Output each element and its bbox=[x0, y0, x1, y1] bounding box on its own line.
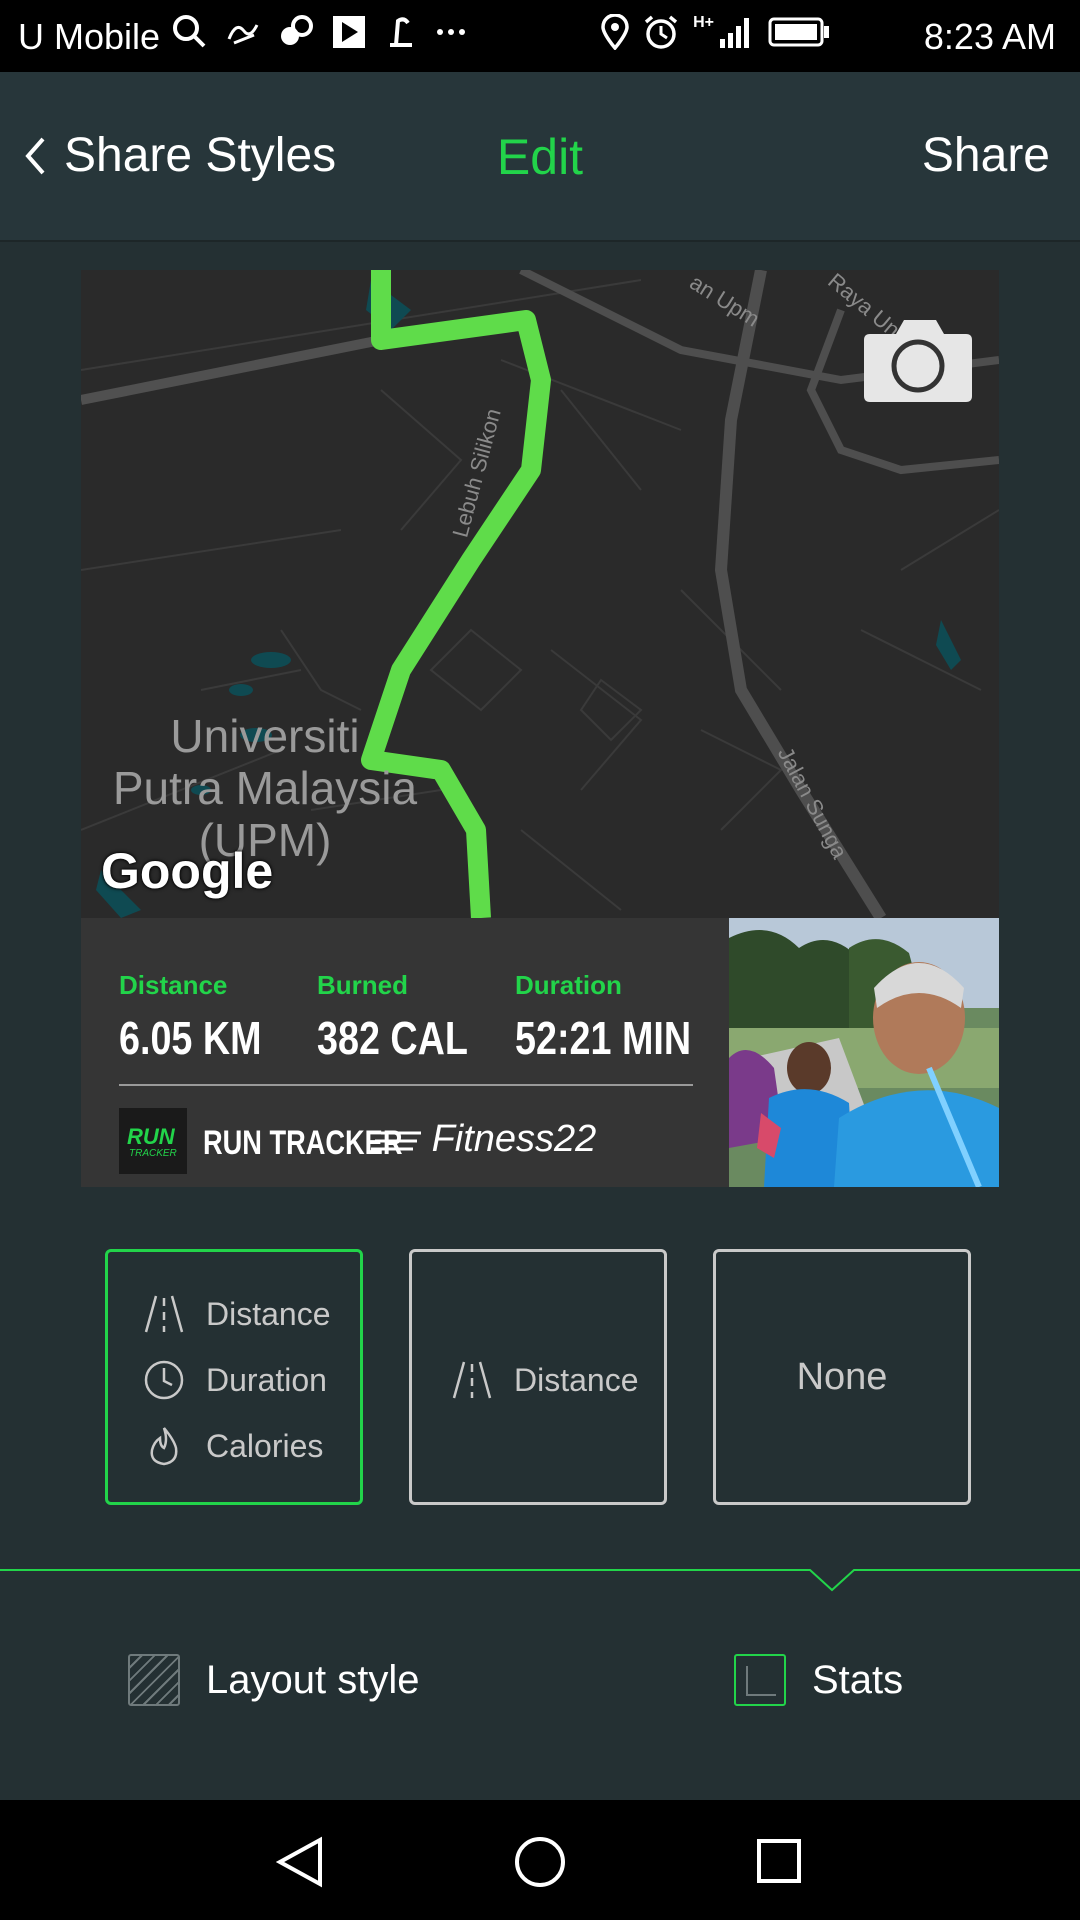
search-icon bbox=[173, 15, 206, 48]
logo-tracker-text: TRACKER bbox=[129, 1148, 177, 1159]
stat-distance: Distance 6.05 KM bbox=[119, 970, 293, 1065]
alarm-icon bbox=[644, 15, 678, 49]
stats-icon bbox=[734, 1654, 786, 1706]
option-label: Calories bbox=[206, 1427, 324, 1464]
share-button[interactable]: Share bbox=[922, 128, 1050, 183]
system-icons: H+ bbox=[601, 14, 830, 50]
tab-layout-style[interactable]: Layout style bbox=[128, 1654, 419, 1706]
flame-icon bbox=[150, 1427, 178, 1466]
clock: 8:23 AM bbox=[923, 16, 1056, 57]
status-bar: U Mobile H+ 8:23 AM bbox=[0, 0, 1080, 72]
stats-divider bbox=[119, 1084, 693, 1086]
tab-indicator-line bbox=[0, 1569, 1080, 1592]
style-option-distance[interactable]: Distance bbox=[409, 1249, 667, 1505]
run-tracker-logo: RUN TRACKER bbox=[119, 1108, 187, 1174]
layout-style-icon bbox=[128, 1654, 180, 1706]
speed-lines-icon bbox=[371, 1131, 421, 1151]
signal-icon bbox=[720, 18, 749, 48]
camera-icon bbox=[864, 320, 972, 402]
option-row-distance: Distance bbox=[452, 1360, 639, 1400]
app-icon-2 bbox=[390, 17, 412, 47]
stat-label: Burned bbox=[317, 970, 408, 1000]
road-icon bbox=[144, 1295, 184, 1333]
stat-value: 6.05 KM bbox=[119, 1012, 262, 1064]
network-type-label: H+ bbox=[693, 14, 714, 31]
more-icon bbox=[437, 29, 465, 35]
clock-icon bbox=[144, 1360, 184, 1400]
option-row-distance: Distance bbox=[144, 1294, 331, 1334]
notification-icons bbox=[172, 12, 466, 52]
road-icon bbox=[452, 1361, 492, 1399]
stat-burned: Burned 382 CAL bbox=[317, 970, 501, 1065]
page-title: Edit bbox=[496, 129, 584, 185]
stat-label: Duration bbox=[515, 970, 622, 1000]
stats-panel: Distance 6.05 KM Burned 382 CAL Duration… bbox=[81, 918, 729, 1187]
google-attribution: Google bbox=[101, 843, 274, 899]
system-nav-bar bbox=[0, 1800, 1080, 1920]
share-card: Universiti Putra Malaysia (UPM) Lebuh Si… bbox=[81, 270, 999, 1187]
tab-label: Stats bbox=[812, 1657, 904, 1702]
play-store-icon bbox=[333, 16, 365, 48]
style-option-full[interactable]: Distance Duration Calories bbox=[105, 1249, 363, 1505]
squirrel-icon bbox=[281, 15, 313, 45]
tab-label: Layout style bbox=[206, 1657, 420, 1702]
option-label: Distance bbox=[514, 1361, 639, 1398]
stat-duration: Duration 52:21 MIN bbox=[515, 970, 730, 1065]
option-row-duration: Duration bbox=[144, 1360, 327, 1400]
option-label: Distance bbox=[206, 1295, 331, 1332]
style-option-none[interactable]: None bbox=[713, 1249, 971, 1505]
stat-label: Distance bbox=[119, 970, 228, 1000]
carrier-label: U Mobile bbox=[18, 16, 161, 57]
option-row-calories: Calories bbox=[144, 1426, 323, 1466]
location-icon bbox=[601, 14, 629, 50]
place-label-line: Putra Malaysia bbox=[112, 762, 418, 814]
option-label: Duration bbox=[206, 1361, 327, 1398]
publisher-name: Fitness22 bbox=[431, 1118, 597, 1160]
place-label-line: Universiti bbox=[170, 710, 360, 762]
option-label: None bbox=[796, 1356, 888, 1398]
route-map[interactable]: Universiti Putra Malaysia (UPM) Lebuh Si… bbox=[81, 270, 999, 918]
stat-value: 52:21 MIN bbox=[515, 1012, 692, 1064]
publisher-logo: Fitness22 bbox=[371, 1118, 596, 1161]
camera-button[interactable] bbox=[862, 314, 974, 404]
logo-run-text: RUN bbox=[127, 1124, 175, 1149]
home-nav-icon[interactable] bbox=[514, 1836, 566, 1888]
battery-icon bbox=[768, 17, 829, 47]
photo-image bbox=[729, 918, 999, 1187]
app-header: Share Styles Edit Share bbox=[0, 72, 1080, 242]
selfie-photo[interactable] bbox=[729, 918, 999, 1187]
recents-nav-icon[interactable] bbox=[756, 1838, 802, 1884]
tab-stats[interactable]: Stats bbox=[734, 1654, 903, 1706]
back-nav-icon[interactable] bbox=[276, 1836, 324, 1888]
stat-value: 382 CAL bbox=[317, 1012, 468, 1064]
app-icon bbox=[227, 24, 259, 45]
